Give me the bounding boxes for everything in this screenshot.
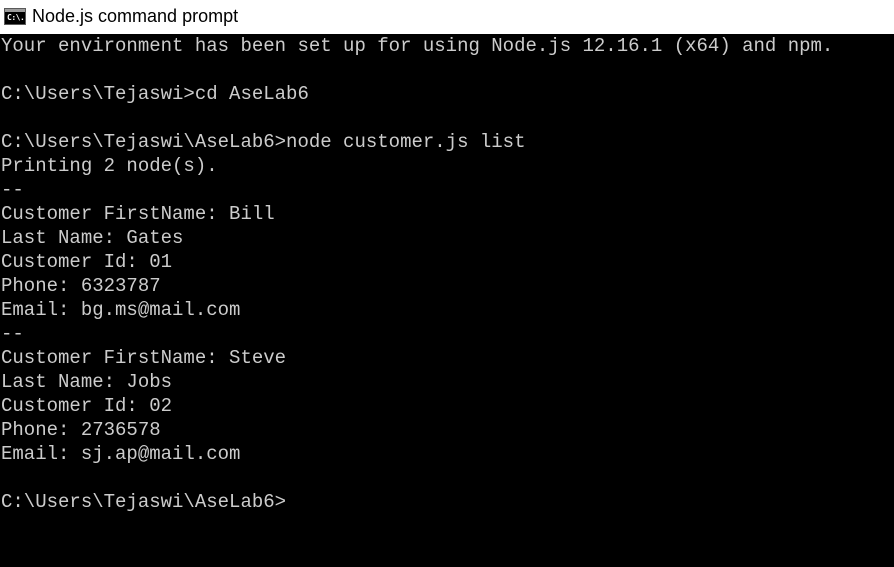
console-icon[interactable]: C:\. xyxy=(4,7,26,25)
console-prompt-line[interactable]: C:\Users\Tejaswi\AseLab6> xyxy=(0,490,894,514)
command-prompt-window: C:\. Node.js command prompt Your environ… xyxy=(0,0,894,567)
console-line: Customer FirstName: Steve xyxy=(1,347,287,369)
console-line: -- xyxy=(1,323,24,345)
window-title: Node.js command prompt xyxy=(32,6,239,26)
console-line: Last Name: Jobs xyxy=(1,371,173,393)
icon-bar xyxy=(5,8,25,12)
console-line: C:\Users\Tejaswi>cd AseLab6 xyxy=(1,83,309,105)
console-output[interactable]: Your environment has been set up for usi… xyxy=(0,34,894,567)
console-line: Email: bg.ms@mail.com xyxy=(1,299,241,321)
console-line: Customer Id: 02 xyxy=(1,395,173,417)
icon-glyph: C:\. xyxy=(7,12,25,22)
console-line: Customer FirstName: Bill xyxy=(1,203,275,225)
console-line: Email: sj.ap@mail.com xyxy=(1,443,241,465)
console-line: Customer Id: 01 xyxy=(1,251,173,273)
console-line: Printing 2 node(s). xyxy=(1,155,218,177)
console-line: Last Name: Gates xyxy=(1,227,184,249)
console-line: Phone: 2736578 xyxy=(1,419,161,441)
console-line: Phone: 6323787 xyxy=(1,275,161,297)
console-line: -- xyxy=(1,179,24,201)
title-bar[interactable]: C:\. Node.js command prompt xyxy=(0,0,894,34)
console-line: C:\Users\Tejaswi\AseLab6>node customer.j… xyxy=(1,131,526,153)
console-line: Your environment has been set up for usi… xyxy=(1,35,834,57)
